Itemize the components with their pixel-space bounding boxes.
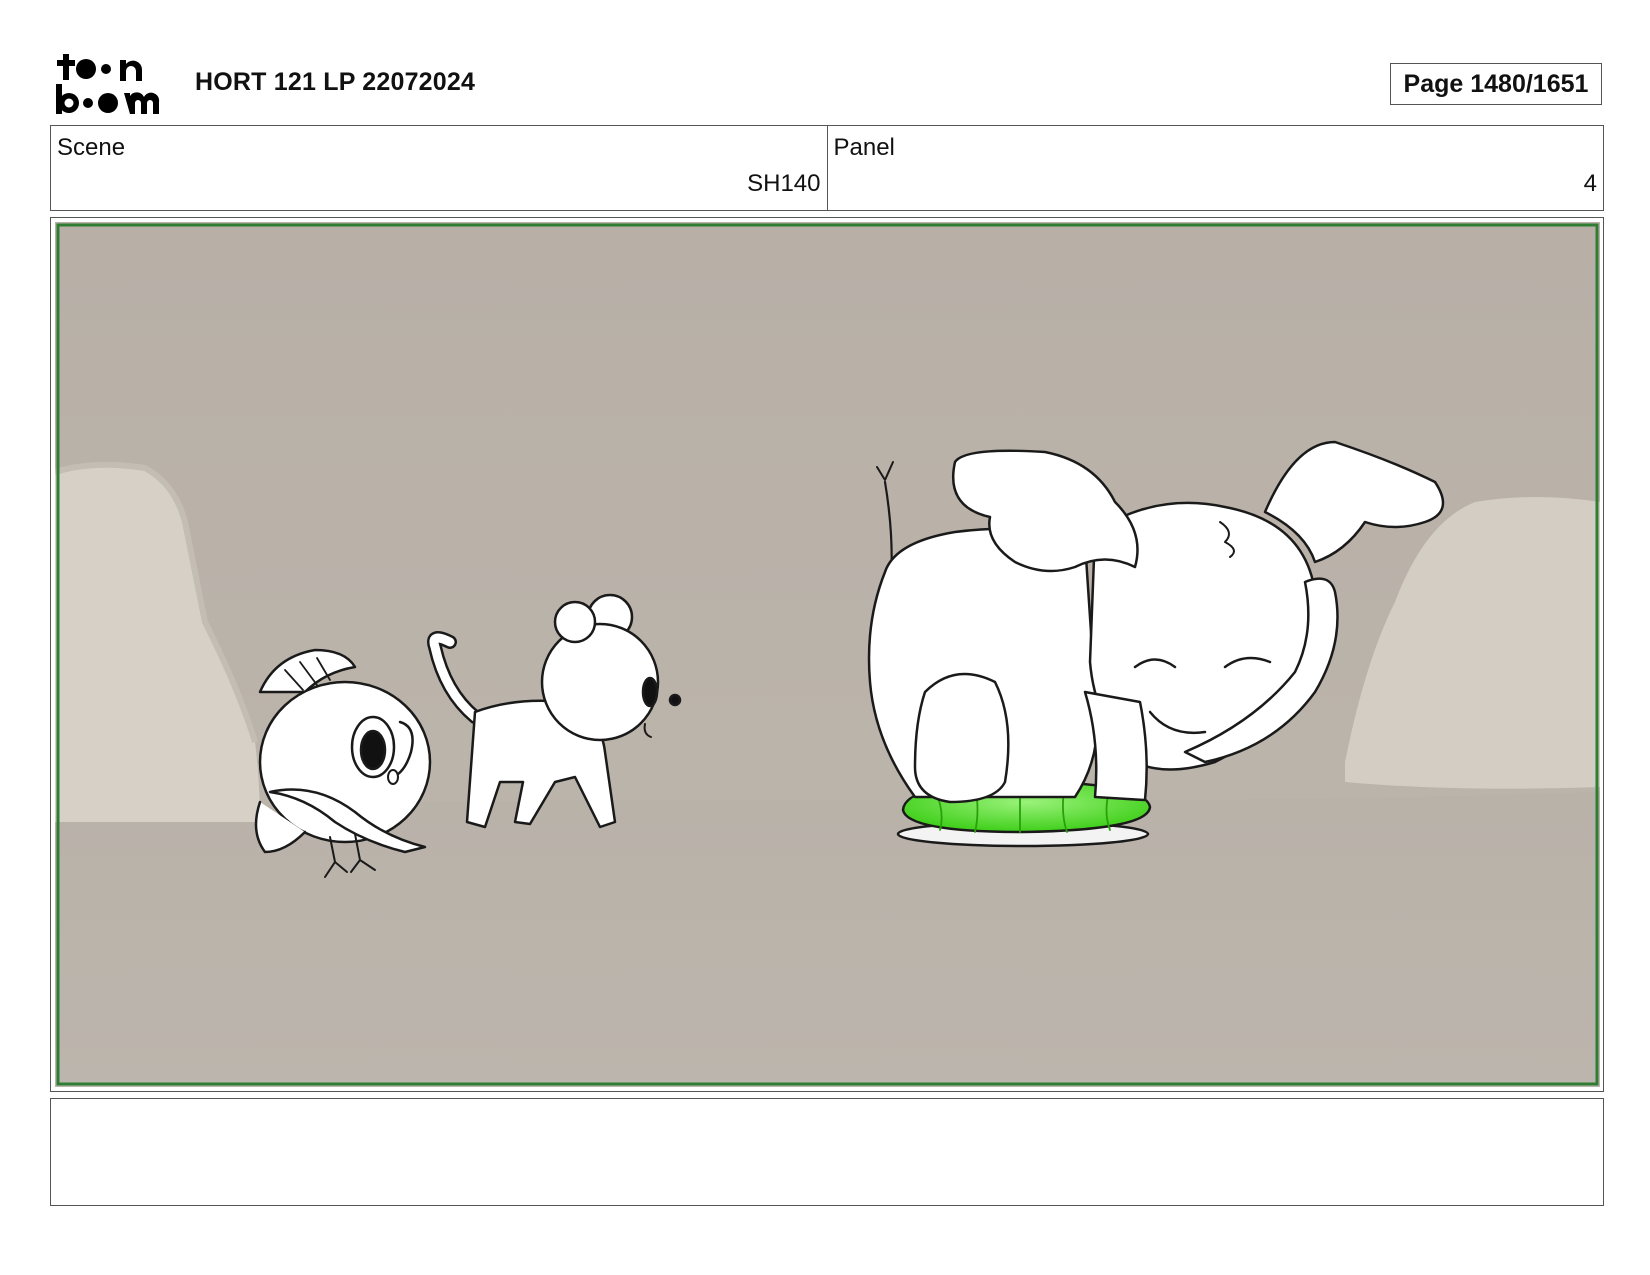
scene-label: Scene [57, 134, 126, 161]
document-title: HORT 121 LP 22072024 [195, 68, 476, 96]
storyboard-panel-image [55, 222, 1600, 1087]
panel-notes-box [50, 1098, 1604, 1206]
scene-cell: Scene SH140 [51, 126, 827, 210]
panel-value: 4 [1583, 170, 1597, 197]
toonboom-logo [56, 54, 160, 114]
page-indicator: Page 1480/1651 [1390, 63, 1602, 105]
panel-cell: Panel 4 [826, 126, 1604, 210]
scene-value: SH140 [747, 170, 821, 197]
panel-label: Panel [833, 134, 895, 161]
scene-panel-info: Scene SH140 Panel 4 [50, 125, 1604, 211]
